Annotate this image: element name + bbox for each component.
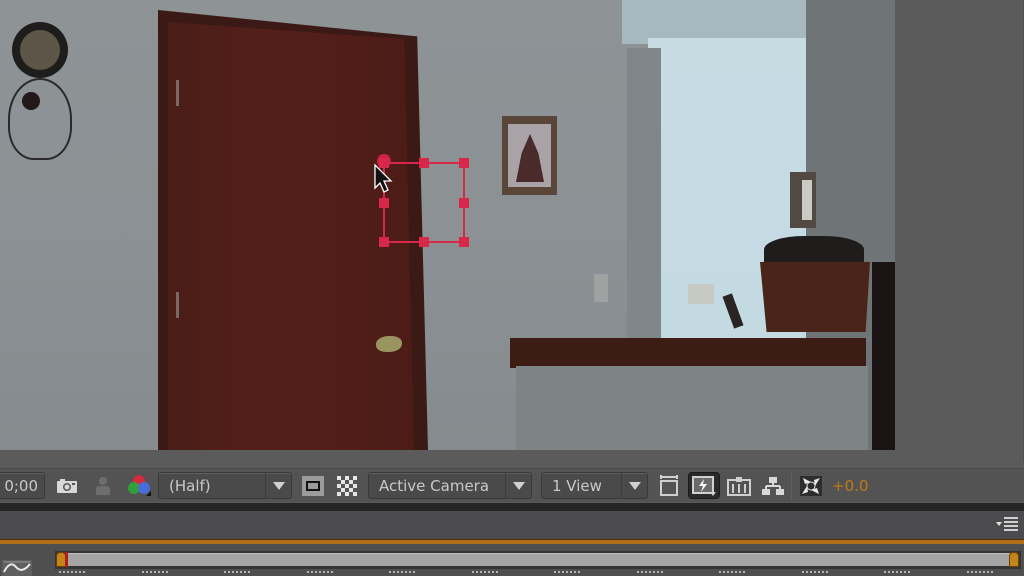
mask-vertex[interactable] [419, 237, 429, 247]
flowchart-icon [762, 476, 784, 495]
timeline-panel-header [0, 511, 1024, 539]
mask-vertex[interactable] [419, 158, 429, 168]
work-area-bar[interactable] [66, 553, 1010, 566]
resolution-dropdown[interactable]: (Half) [158, 472, 292, 499]
view-value: Active Camera [379, 476, 490, 495]
exposure-value[interactable]: +0.0 [832, 472, 872, 499]
view-dropdown[interactable]: Active Camera [368, 472, 532, 499]
ruler-label [966, 571, 993, 576]
panel-menu-icon [996, 517, 1018, 531]
after-effects-window: 0;00 (Half) Active Camera 1 View +0.0 [0, 0, 1024, 576]
ruler-label [884, 571, 910, 576]
ruler-label [306, 571, 333, 576]
current-time-display[interactable]: 0;00 [0, 472, 45, 499]
region-of-interest-icon [302, 475, 324, 496]
toolbar-separator [791, 471, 792, 501]
mask-vertex[interactable] [379, 237, 389, 247]
view-layout-value: 1 View [552, 476, 602, 495]
footage-frame[interactable] [0, 0, 895, 450]
chevron-down-icon [505, 473, 531, 498]
timeline-navigator [0, 544, 1024, 576]
ruler-label [801, 571, 828, 576]
current-time-indicator[interactable] [65, 552, 68, 567]
resolution-value: (Half) [169, 476, 211, 495]
timecode-text: 0;00 [4, 476, 38, 495]
graph-editor-button[interactable] [2, 558, 32, 576]
mask-vertex[interactable] [459, 237, 469, 247]
fast-previews-icon [692, 475, 716, 496]
ruler-label [141, 571, 168, 576]
pixel-aspect-correction-button[interactable] [656, 472, 682, 499]
ruler-label [554, 571, 580, 576]
timeline-toggle-button[interactable] [725, 472, 753, 499]
ruler-label [389, 571, 415, 576]
ruler-label [59, 571, 85, 576]
composition-viewer[interactable] [0, 0, 1024, 462]
ruler-label [471, 571, 498, 576]
take-snapshot-button[interactable] [54, 472, 80, 499]
pixel-aspect-icon [660, 474, 678, 496]
checkerboard-icon [337, 475, 357, 496]
panel-menu-button[interactable] [996, 516, 1018, 532]
show-snapshot-button[interactable] [90, 472, 116, 499]
mask-path[interactable] [0, 0, 895, 450]
mask-vertex[interactable] [379, 198, 389, 208]
work-area-end-handle[interactable] [1009, 552, 1019, 567]
mask-vertex[interactable] [459, 198, 469, 208]
fast-previews-button[interactable] [688, 472, 720, 499]
flowchart-button[interactable] [759, 472, 787, 499]
rgb-channels-icon [128, 474, 151, 496]
ruler-label [224, 571, 250, 576]
show-channel-button[interactable] [124, 472, 154, 499]
ruler-label [719, 571, 745, 576]
chevron-down-icon [265, 473, 291, 498]
person-icon [96, 476, 110, 495]
viewer-toolbar: 0;00 (Half) Active Camera 1 View +0.0 [0, 468, 1024, 502]
mask-vertex[interactable] [459, 158, 469, 168]
ruler-label [636, 571, 663, 576]
graph-editor-icon [2, 560, 32, 576]
transparency-grid-button[interactable] [333, 472, 361, 499]
chevron-down-icon [621, 473, 647, 498]
exposure-reset-icon [800, 475, 822, 496]
viewer-pasteboard [895, 0, 1024, 462]
region-of-interest-button[interactable] [299, 472, 327, 499]
camera-icon [57, 478, 77, 493]
reset-exposure-button[interactable] [797, 472, 825, 499]
exposure-text: +0.0 [832, 476, 869, 495]
view-layout-dropdown[interactable]: 1 View [541, 472, 648, 499]
mask-first-vertex[interactable] [377, 154, 391, 168]
panel-divider[interactable] [0, 503, 1024, 511]
timeline-toggle-icon [727, 476, 751, 496]
time-ruler[interactable] [55, 570, 1021, 576]
